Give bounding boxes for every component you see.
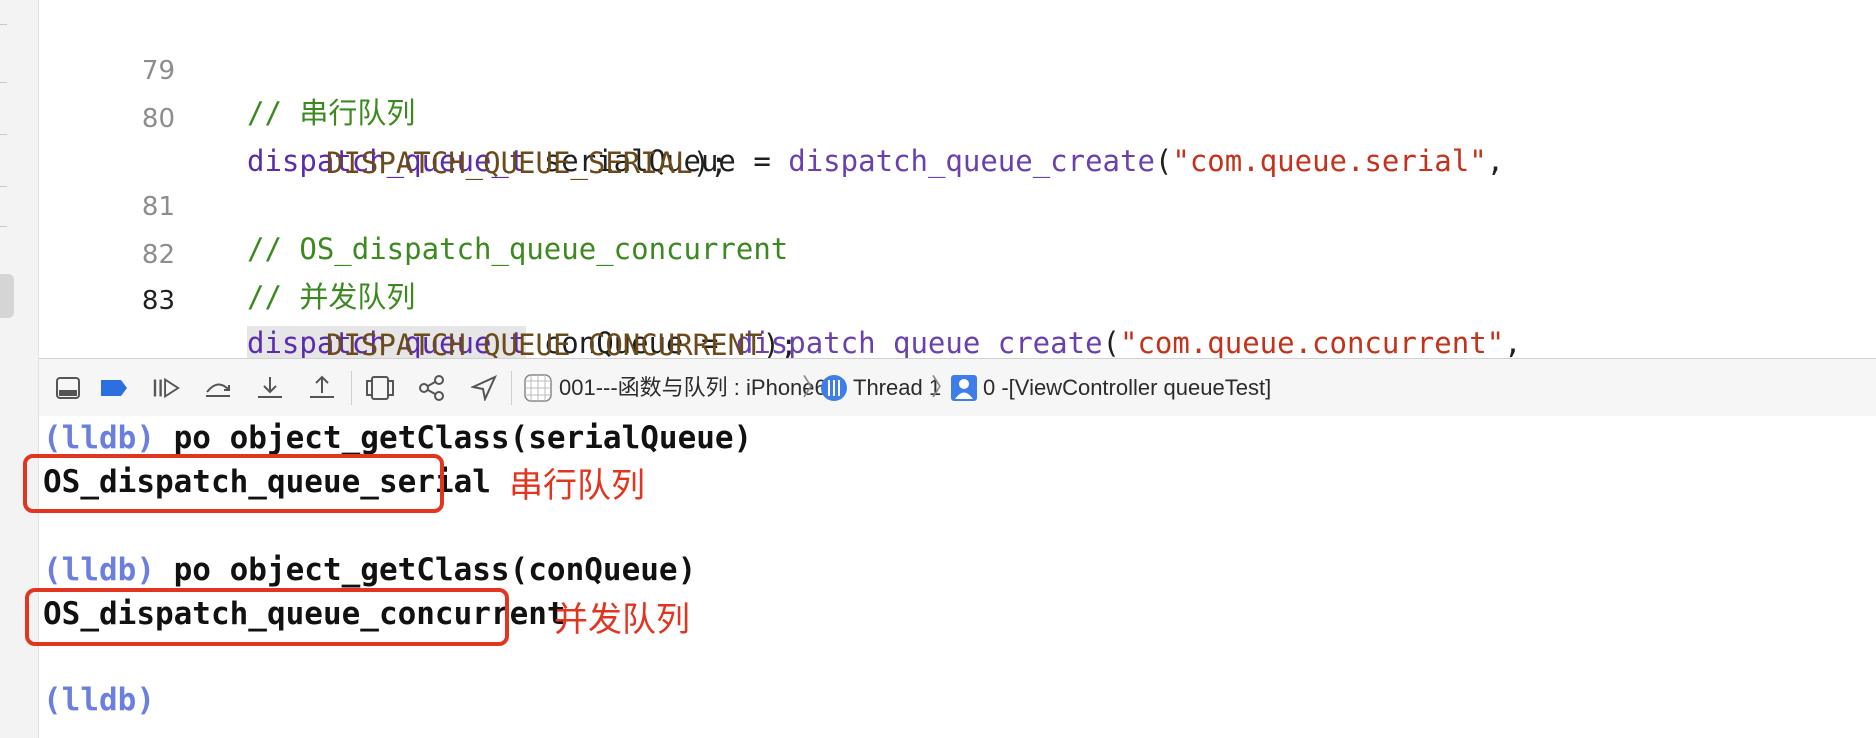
code-line-continuation[interactable]: DISPATCH_QUEUE_SERIAL); <box>39 100 728 180</box>
console-command-line: (lldb) po object_getClass(conQueue) <box>43 550 696 590</box>
code-token: , <box>1486 144 1505 178</box>
line-number: 80 <box>141 104 175 134</box>
console-command: po object_getClass(conQueue) <box>154 552 697 588</box>
lldb-prompt: (lldb) <box>43 552 155 588</box>
thread-icon <box>819 374 849 402</box>
annotation-label: 串行队列 <box>509 466 645 506</box>
code-token: DISPATCH_QUEUE_SERIAL <box>326 146 693 180</box>
debug-console[interactable]: (lldb) po object_getClass(serialQueue) O… <box>23 416 1876 738</box>
stack-frame-icon <box>949 374 979 402</box>
code-token: // 并发队列 <box>247 280 416 314</box>
line-code[interactable]: // OS_dispatch_queue_concurrent <box>247 228 788 270</box>
gutter-marker <box>0 24 7 25</box>
breadcrumb-thread[interactable]: Thread 1 <box>853 359 941 417</box>
line-number: 83 <box>141 286 175 316</box>
code-token: dispatch_queue_create <box>788 144 1155 178</box>
gutter-marker <box>0 226 7 227</box>
breadcrumb-frame[interactable]: 0 -[ViewController queueTest] <box>983 359 1271 417</box>
console-command: po object_getClass(serialQueue) <box>154 420 753 456</box>
code-line[interactable]: 79 // 串行队列 <box>39 8 415 130</box>
continue-icon[interactable] <box>151 374 181 402</box>
gutter-marker <box>0 82 7 83</box>
code-line-current[interactable]: 83 dispatch_queue_t conQueue = dispatch_… <box>39 238 1522 358</box>
gutter-marker <box>0 186 7 187</box>
code-token: "com.queue.serial" <box>1172 144 1487 178</box>
code-token: // 串行队列 <box>247 96 416 130</box>
code-line[interactable]: 84 // DISPATCH QUEUE SERIAL max && 1 <box>39 327 109 358</box>
toolbar-divider <box>511 371 512 405</box>
code-token: "com.queue.concurrent" <box>1120 326 1505 358</box>
gutter-marker <box>0 134 7 135</box>
highlight-box <box>25 588 509 646</box>
highlight-box <box>23 454 444 513</box>
line-number: 82 <box>141 240 175 270</box>
console-prompt-line[interactable]: (lldb) <box>43 680 155 720</box>
lldb-prompt: (lldb) <box>43 420 155 456</box>
line-number: 81 <box>141 192 175 222</box>
code-token: // OS_dispatch_queue_concurrent <box>247 232 789 266</box>
code-token: ( <box>1154 144 1173 178</box>
code-line-continuation[interactable]: DISPATCH_QUEUE_CONCURRENT); <box>39 282 797 358</box>
line-code-continuation[interactable]: DISPATCH_QUEUE_SERIAL); <box>326 142 728 184</box>
code-token: ); <box>692 146 728 180</box>
code-line[interactable]: 81 // OS_dispatch_queue_concurrent <box>39 144 788 266</box>
step-over-icon[interactable] <box>203 374 233 402</box>
code-token: , <box>1504 326 1522 358</box>
line-code[interactable]: // 串行队列 <box>247 92 415 134</box>
source-editor[interactable]: 79 // 串行队列 80 dispatch_queue_t serialQue… <box>39 0 1876 358</box>
breadcrumb-target[interactable]: 001---函数与队列 : iPhone6 <box>559 359 827 417</box>
toolbar-divider <box>351 371 352 405</box>
gutter-scroll-knob[interactable] <box>0 274 14 318</box>
line-code-continuation[interactable]: DISPATCH_QUEUE_CONCURRENT); <box>326 324 797 358</box>
line-code[interactable]: // 并发队列 <box>247 276 415 318</box>
code-line[interactable]: 80 dispatch_queue_t serialQueue = dispat… <box>39 56 1504 178</box>
step-into-icon[interactable] <box>255 374 285 402</box>
lldb-prompt: (lldb) <box>43 682 155 718</box>
code-token: DISPATCH_QUEUE_CONCURRENT <box>326 328 763 358</box>
hide-debug-area-icon[interactable] <box>53 374 83 402</box>
code-line[interactable]: 82 // 并发队列 <box>39 192 415 314</box>
simulate-location-icon[interactable] <box>469 374 499 402</box>
view-hierarchy-icon[interactable] <box>365 374 395 402</box>
annotation-label: 并发队列 <box>554 600 690 640</box>
code-token: ( <box>1102 326 1120 358</box>
memory-graph-icon[interactable] <box>417 374 447 402</box>
line-number: 79 <box>141 56 175 86</box>
step-out-icon[interactable] <box>307 374 337 402</box>
code-token: ); <box>762 328 798 358</box>
debug-toolbar: 001---函数与队列 : iPhone6 〉 Thread 1 〉 0 -[V… <box>39 358 1876 418</box>
app-target-icon <box>523 374 553 402</box>
breakpoints-toggle-icon[interactable] <box>99 374 129 402</box>
console-command-line: (lldb) po object_getClass(serialQueue) <box>43 418 752 458</box>
